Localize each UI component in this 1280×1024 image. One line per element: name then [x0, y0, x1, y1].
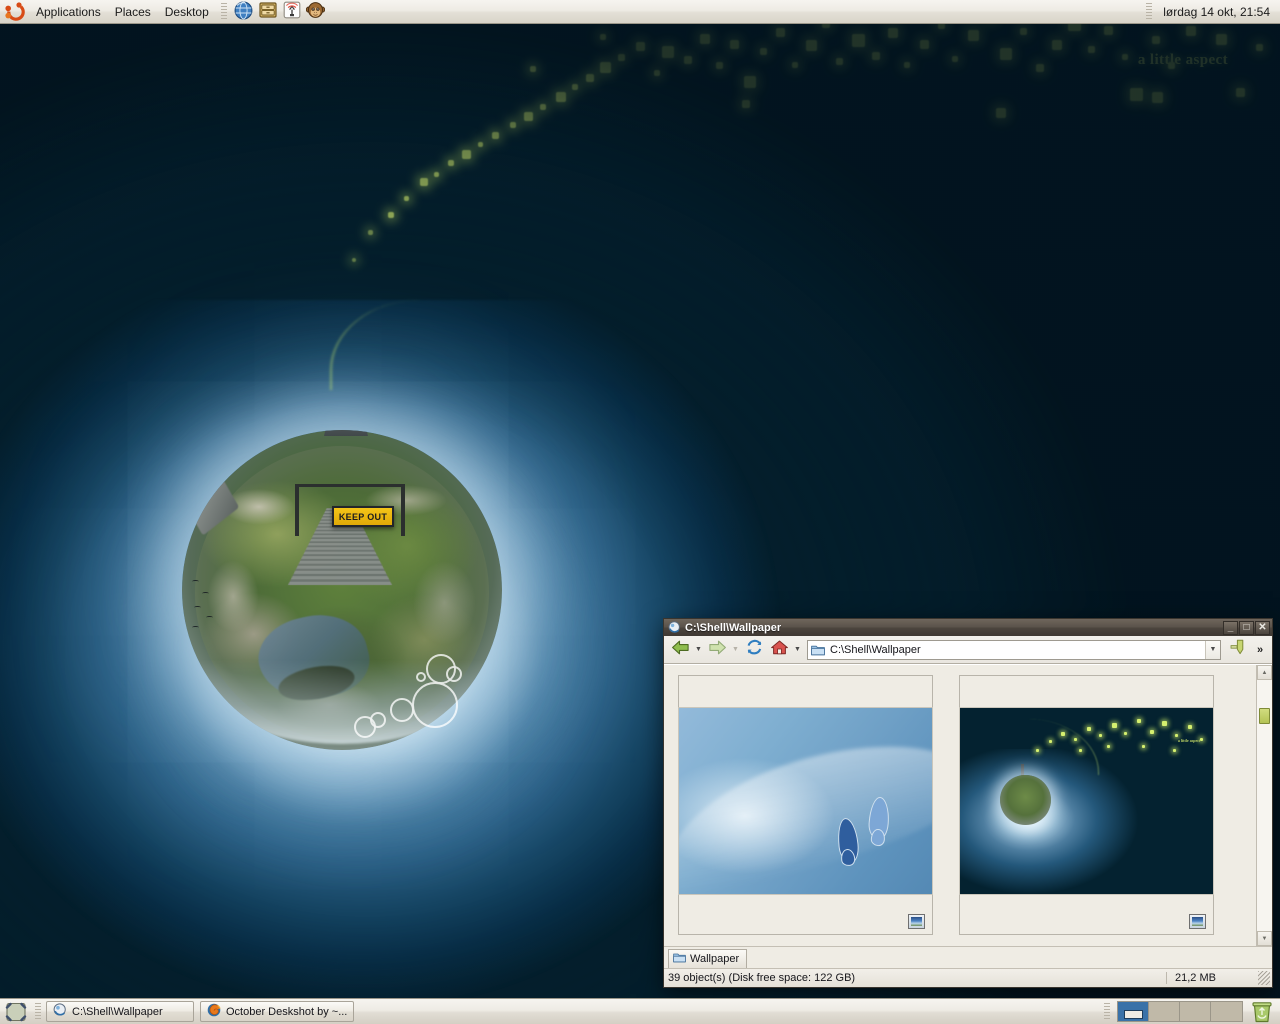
workspace-3[interactable] [1180, 1002, 1211, 1021]
scrollbar-thumb[interactable] [1259, 708, 1270, 724]
window-title: C:\Shell\Wallpaper [685, 621, 782, 634]
back-button[interactable] [668, 638, 692, 662]
taskbar-item-firefox-label: October Deskshot by ~... [226, 1005, 348, 1018]
launcher-monkey[interactable] [305, 1, 327, 23]
address-dropdown-button[interactable]: ▼ [1205, 640, 1220, 659]
thumb-blue-art [679, 708, 932, 894]
status-total-size: 21,2 MB [1166, 972, 1258, 984]
scroll-up-button[interactable]: ▲ [1257, 665, 1272, 680]
refresh-button[interactable] [742, 638, 766, 662]
refresh-icon [745, 639, 764, 661]
workspace-switcher[interactable] [1117, 1001, 1243, 1022]
tab-wallpaper-label: Wallpaper [690, 953, 740, 965]
home-dropdown-button[interactable]: ▼ [792, 638, 803, 662]
home-button[interactable] [767, 638, 791, 662]
window-titlebar[interactable]: C:\Shell\Wallpaper _ □ ✕ [664, 619, 1272, 636]
launcher-web-browser[interactable] [233, 1, 255, 23]
thumb-blue-sweep [679, 731, 932, 894]
image-file-icon [1189, 914, 1206, 929]
vertical-scrollbar[interactable]: ▲ ▼ [1256, 665, 1272, 946]
thumb-space-art: a little aspect [960, 708, 1213, 894]
go-button[interactable] [1225, 638, 1251, 662]
folder-icon [673, 952, 686, 966]
workspace-1[interactable] [1118, 1002, 1149, 1021]
menu-places-label: Places [114, 4, 151, 19]
menu-applications-label: Applications [36, 4, 101, 19]
window-statusbar: 39 object(s) (Disk free space: 122 GB) 2… [664, 968, 1272, 987]
file-item-blue-footprints[interactable] [678, 675, 933, 935]
file-list[interactable]: a little aspect [664, 665, 1256, 946]
clock-label: lørdag 14 okt, 21:54 [1163, 4, 1270, 19]
workspace-grip[interactable] [1104, 1002, 1110, 1021]
window-toolbar: ▼ ▼ ▼ C:\Shell\Wallpaper ▼ » [664, 636, 1272, 664]
panel-grip[interactable] [220, 2, 227, 21]
forward-dropdown-button[interactable]: ▼ [730, 638, 741, 662]
launcher-wireless[interactable] [281, 1, 303, 23]
taskbar-grip[interactable] [35, 1002, 41, 1021]
bottom-panel: C:\Shell\Wallpaper October Deskshot by ~… [0, 998, 1280, 1024]
back-arrow-icon [671, 639, 690, 661]
launcher-file-archive[interactable] [257, 1, 279, 23]
address-bar[interactable]: C:\Shell\Wallpaper ▼ [807, 639, 1221, 660]
status-object-count: 39 object(s) (Disk free space: 122 GB) [668, 972, 856, 984]
back-dropdown-button[interactable]: ▼ [693, 638, 704, 662]
taskbar-item-firefox[interactable]: October Deskshot by ~... [200, 1001, 355, 1022]
menu-places[interactable]: Places [108, 2, 158, 22]
scrollbar-track[interactable] [1257, 680, 1272, 931]
menu-applications[interactable]: Applications [29, 2, 108, 22]
file-manager-window[interactable]: C:\Shell\Wallpaper _ □ ✕ ▼ ▼ ▼ C:\Shell\… [663, 618, 1273, 988]
resize-grip[interactable] [1258, 971, 1270, 985]
wireless-signal-icon [283, 1, 301, 22]
thumbnail-blue-footprints[interactable] [678, 707, 933, 895]
thumb-top-spacer [963, 679, 1210, 707]
forward-arrow-icon [708, 639, 727, 661]
folder-shell-icon [668, 621, 681, 634]
file-archive-icon [259, 1, 277, 22]
taskbar-tray [1099, 1001, 1278, 1023]
scroll-down-button[interactable]: ▼ [1257, 931, 1272, 946]
home-icon [770, 639, 789, 661]
tab-wallpaper[interactable]: Wallpaper [668, 949, 748, 968]
thumb-top-spacer [682, 679, 929, 707]
clock-grip[interactable] [1146, 2, 1153, 21]
close-button[interactable]: ✕ [1255, 620, 1270, 635]
distro-logo-icon[interactable] [4, 1, 26, 22]
forward-button[interactable] [705, 638, 729, 662]
menu-desktop[interactable]: Desktop [158, 2, 216, 22]
workspace-2[interactable] [1149, 1002, 1180, 1021]
maximize-button[interactable]: □ [1239, 620, 1254, 635]
minimize-button[interactable]: _ [1223, 620, 1238, 635]
clock-applet[interactable]: lørdag 14 okt, 21:54 [1141, 2, 1280, 21]
menu-desktop-label: Desktop [164, 4, 209, 19]
taskbar-item-file-manager-label: C:\Shell\Wallpaper [72, 1005, 163, 1018]
firefox-icon [207, 1003, 221, 1020]
web-browser-icon [234, 1, 253, 23]
thumb-planet [1000, 774, 1052, 826]
toolbar-overflow-button[interactable]: » [1252, 638, 1268, 662]
go-arrow-icon [1228, 637, 1248, 662]
top-panel: Applications Places Desktop lørdag 14 ok… [0, 0, 1280, 24]
taskbar-item-file-manager[interactable]: C:\Shell\Wallpaper [46, 1001, 194, 1022]
file-list-body: a little aspect ▲ ▼ [664, 664, 1272, 946]
address-input[interactable]: C:\Shell\Wallpaper [830, 644, 1205, 656]
show-desktop-icon[interactable] [4, 1001, 28, 1023]
trash-icon[interactable] [1250, 1001, 1274, 1023]
monkey-face-icon [306, 1, 326, 22]
folder-tabbar: Wallpaper [664, 946, 1272, 968]
folder-shell-icon [53, 1003, 67, 1020]
file-badge-row [682, 895, 929, 931]
folder-icon [811, 644, 825, 656]
thumb-signature: a little aspect [1177, 737, 1201, 743]
file-badge-row [963, 895, 1210, 931]
file-item-tiny-planet[interactable]: a little aspect [959, 675, 1214, 935]
image-file-icon [908, 914, 925, 929]
workspace-4[interactable] [1211, 1002, 1242, 1021]
thumbnail-tiny-planet[interactable]: a little aspect [959, 707, 1214, 895]
